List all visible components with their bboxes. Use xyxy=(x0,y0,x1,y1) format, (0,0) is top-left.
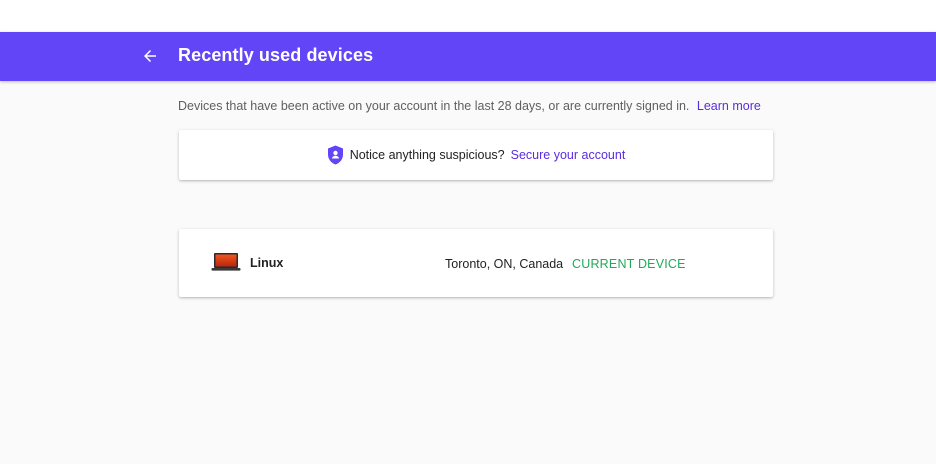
arrow-left-icon xyxy=(144,50,156,62)
laptop-icon xyxy=(211,252,241,277)
notice-text: Notice anything suspicious? xyxy=(349,148,505,162)
notice-content: Notice anything suspicious? Secure your … xyxy=(327,145,626,165)
device-row[interactable]: Linux Toronto, ON, Canada CURRENT DEVICE xyxy=(179,229,773,297)
app-header: Recently used devices xyxy=(0,32,936,81)
description-text: Devices that have been active on your ac… xyxy=(178,99,690,113)
device-name: Linux xyxy=(250,256,284,270)
device-location: Toronto, ON, Canada xyxy=(445,257,564,271)
current-device-badge: CURRENT DEVICE xyxy=(572,257,686,271)
page-title: Recently used devices xyxy=(178,45,374,65)
secure-account-link[interactable]: Secure your account xyxy=(511,148,626,162)
learn-more-link[interactable]: Learn more xyxy=(697,99,761,113)
suspicious-notice-card: Notice anything suspicious? Secure your … xyxy=(179,130,773,180)
page-description: Devices that have been active on your ac… xyxy=(178,99,761,113)
shield-user-icon xyxy=(327,145,343,165)
back-button[interactable] xyxy=(136,42,164,70)
top-bar-spacer xyxy=(0,0,936,32)
